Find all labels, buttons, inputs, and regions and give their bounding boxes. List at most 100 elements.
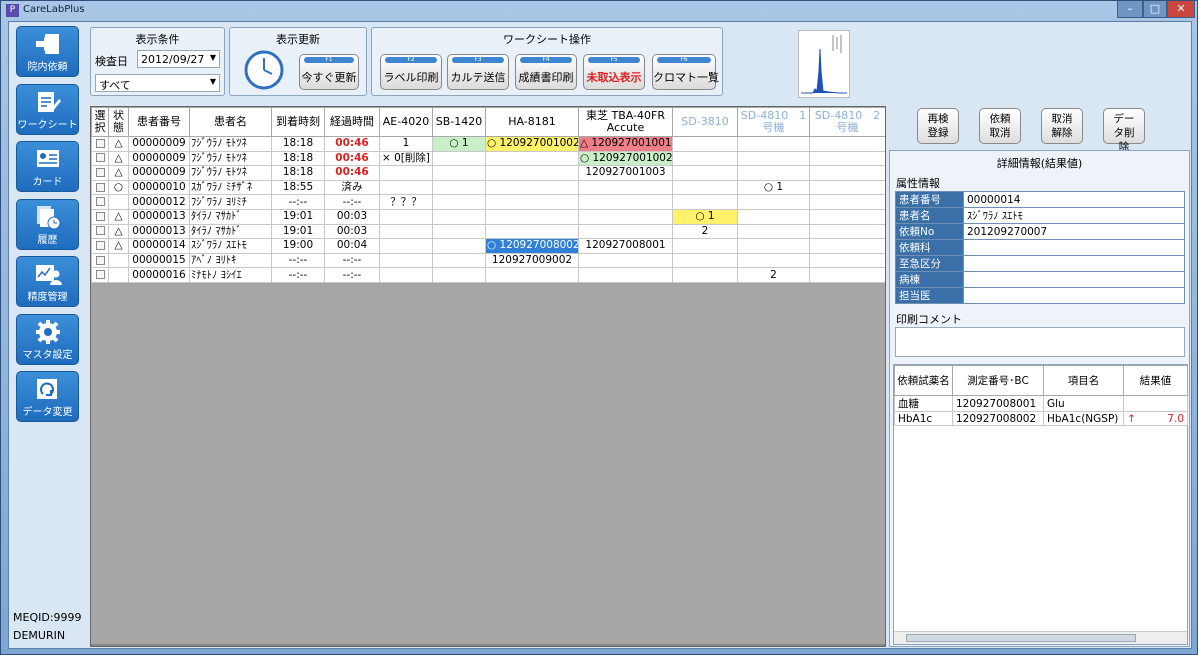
sidebar-item-label: 院内依頼 [27,62,68,73]
table-cell: 00000012 [128,194,190,210]
exam-date-picker[interactable]: 2012/09/27 ▼ [137,50,220,68]
table-cell: 18:18 [271,165,325,181]
table-row[interactable]: △ 00000009 ﾌｼﾞｳﾗﾉ ﾓﾄﾂﾈ 18:18 00:46 1209270010… [91,165,885,181]
grid-header[interactable]: HA-8181 [485,107,579,137]
refresh-now-button[interactable]: F1 今すぐ更新 [299,54,359,90]
table-row[interactable]: 00000015 ｱﾍﾞﾉ ﾖﾘﾄｷ --:-- --:-- 120927009002 [91,252,885,269]
client-area: 院内依頼 ワークシート カード 履歴 精度管理 マスタ設定 データ変更 MEQID:9999… [8,21,1192,649]
table-cell: --:-- [271,267,325,283]
table-row[interactable]: ○ 00000010 ｽｶﾞﾜﾗﾉ ﾐﾁｻﾞﾈ 18:55 済み ○ 1 [91,179,885,196]
result-header[interactable]: 項目名 [1043,365,1124,396]
result-header[interactable]: 依頼試薬名 [894,365,953,396]
minimize-button[interactable]: – [1117,1,1143,18]
table-cell [578,194,673,210]
grid-header[interactable]: 到着時刻 [271,107,325,137]
filter-select[interactable]: すべて ▼ [95,74,220,92]
side-action-button-0[interactable]: 再検登録 [917,108,959,144]
sidebar-item-2[interactable]: カード [16,141,79,192]
select-checkbox[interactable] [95,270,105,280]
ws-op-button-f4[interactable]: F4 成績書印刷 [515,54,577,90]
grid-header[interactable]: 患者名 [189,107,272,137]
sidebar-item-label: カード [32,177,63,188]
result-header[interactable]: 測定番号･BC [952,365,1044,396]
refresh-title: 表示更新 [276,33,320,46]
table-cell [91,252,109,269]
grid-header[interactable]: 経過時間 [324,107,380,137]
table-cell [432,267,486,283]
ws-op-label: クロマト一覧 [653,71,719,84]
result-row[interactable]: 血糖 120927008001 Glu [894,395,1188,412]
grid-header[interactable]: SD-4810 2号機 [809,107,885,137]
select-checkbox[interactable] [95,226,105,236]
select-checkbox[interactable] [95,197,105,207]
horizontal-scrollbar[interactable] [894,631,1187,644]
select-checkbox[interactable] [95,240,105,250]
grid-header[interactable]: SD-3810 [672,107,738,137]
scrollbar-thumb[interactable] [906,634,1136,642]
table-cell: 00:04 [324,238,380,254]
select-checkbox[interactable] [95,167,105,177]
table-row[interactable]: △ 00000014 ｽｼﾞﾜﾗﾉ ｽｴﾄﾓ 19:00 00:04 ○ 12092700… [91,238,885,254]
grid-header[interactable]: SB-1420 [432,107,486,137]
table-cell [737,194,810,210]
table-cell [578,223,673,240]
table-cell [432,165,486,181]
select-checkbox[interactable] [95,153,105,163]
ws-op-button-f3[interactable]: F3 カルテ送信 [447,54,509,90]
table-row[interactable]: △ 00000009 ﾌｼﾞｳﾗﾉ ﾓﾄﾂﾈ 18:18 00:46 1 ○ 1 ○ 1209… [91,136,885,152]
sidebar-item-3[interactable]: 履歴 [16,198,79,250]
table-cell [672,165,738,181]
select-checkbox[interactable] [95,255,105,265]
side-action-button-1[interactable]: 依頼取消 [979,108,1021,144]
table-cell [737,136,810,152]
attribute-row: 病棟 [895,271,1185,288]
table-row[interactable]: △ 00000013 ﾀｲﾗﾉ ﾏｻｶﾄﾞ 19:01 00:03 2 [91,223,885,240]
table-cell: --:-- [324,267,380,283]
side-action-button-3[interactable]: データ削除 [1103,108,1145,153]
grid-header[interactable]: 選択 [91,107,109,137]
result-table-wrap: 依頼試薬名 測定番号･BC 項目名 結果値 血糖 120927008001 Glu HbA1… [893,364,1188,645]
grid-header[interactable]: SD-4810 1号機 [737,107,810,137]
table-row[interactable]: △ 00000009 ﾌｼﾞｳﾗﾉ ﾓﾄﾂﾈ 18:18 00:46 × 0[削除] ○ 1… [91,150,885,167]
grid-header[interactable]: AE-4020 [379,107,433,137]
maximize-button[interactable]: □ [1143,1,1167,18]
attribute-row: 至急区分 [895,255,1185,272]
select-checkbox[interactable] [95,211,105,221]
result-row[interactable]: HbA1c 120927008002 HbA1c(NGSP) ↑ 7.0 [894,411,1188,426]
side-action-button-2[interactable]: 取消解除 [1041,108,1083,144]
table-cell: ○ [108,179,129,196]
grid-header[interactable]: 状態 [108,107,129,137]
table-cell: 120927008001 [578,238,673,254]
close-button[interactable]: ✕ [1167,1,1195,18]
table-cell: ﾌｼﾞｳﾗﾉ ﾓﾄﾂﾈ [189,150,272,167]
table-cell [809,267,885,283]
result-header[interactable]: 結果値 [1123,365,1188,396]
grid-header[interactable]: 東芝 TBA-40FR Accute [578,107,673,137]
table-cell: ﾌｼﾞｳﾗﾉ ﾓﾄﾂﾈ [189,165,272,181]
result-cell: ↑ 7.0 [1123,411,1188,426]
select-checkbox[interactable] [95,138,105,148]
sidebar-item-6[interactable]: データ変更 [16,371,79,422]
sidebar-item-1[interactable]: ワークシート [16,83,79,135]
side-action-label: 取消解除 [1051,113,1073,139]
sidebar-item-0[interactable]: 院内依頼 [16,26,79,77]
ws-op-button-f6[interactable]: F6 クロマト一覧 [652,54,719,90]
refresh-panel: 表示更新 F1 今すぐ更新 [229,27,367,96]
table-row[interactable]: △ 00000013 ﾀｲﾗﾉ ﾏｻｶﾄﾞ 19:01 00:03 ○ 1 [91,208,885,225]
grid-header[interactable]: 患者番号 [128,107,190,137]
table-cell: --:-- [324,194,380,210]
select-checkbox[interactable] [95,182,105,192]
table-row[interactable]: 00000016 ﾐﾅﾓﾄﾉ ﾖｼｲｴ --:-- --:-- 2 [91,267,885,283]
table-row[interactable]: 00000012 ﾌｼﾞﾜﾗﾉ ﾖﾘﾐﾁ --:-- --:--？？？ [91,194,885,210]
table-cell [379,267,433,283]
table-cell [432,194,486,210]
table-cell [578,208,673,225]
print-comment-field[interactable] [895,327,1185,357]
detail-title: 詳細情報(結果値) [996,157,1083,170]
table-cell: 00000015 [128,252,190,269]
ws-op-button-f2[interactable]: F2 ラベル印刷 [380,54,442,90]
ws-op-button-f5[interactable]: F5 未取込表示 [583,54,645,90]
sidebar-item-5[interactable]: マスタ設定 [16,313,79,365]
chromatogram-thumbnail[interactable] [798,30,850,98]
sidebar-item-4[interactable]: 精度管理 [16,256,79,307]
